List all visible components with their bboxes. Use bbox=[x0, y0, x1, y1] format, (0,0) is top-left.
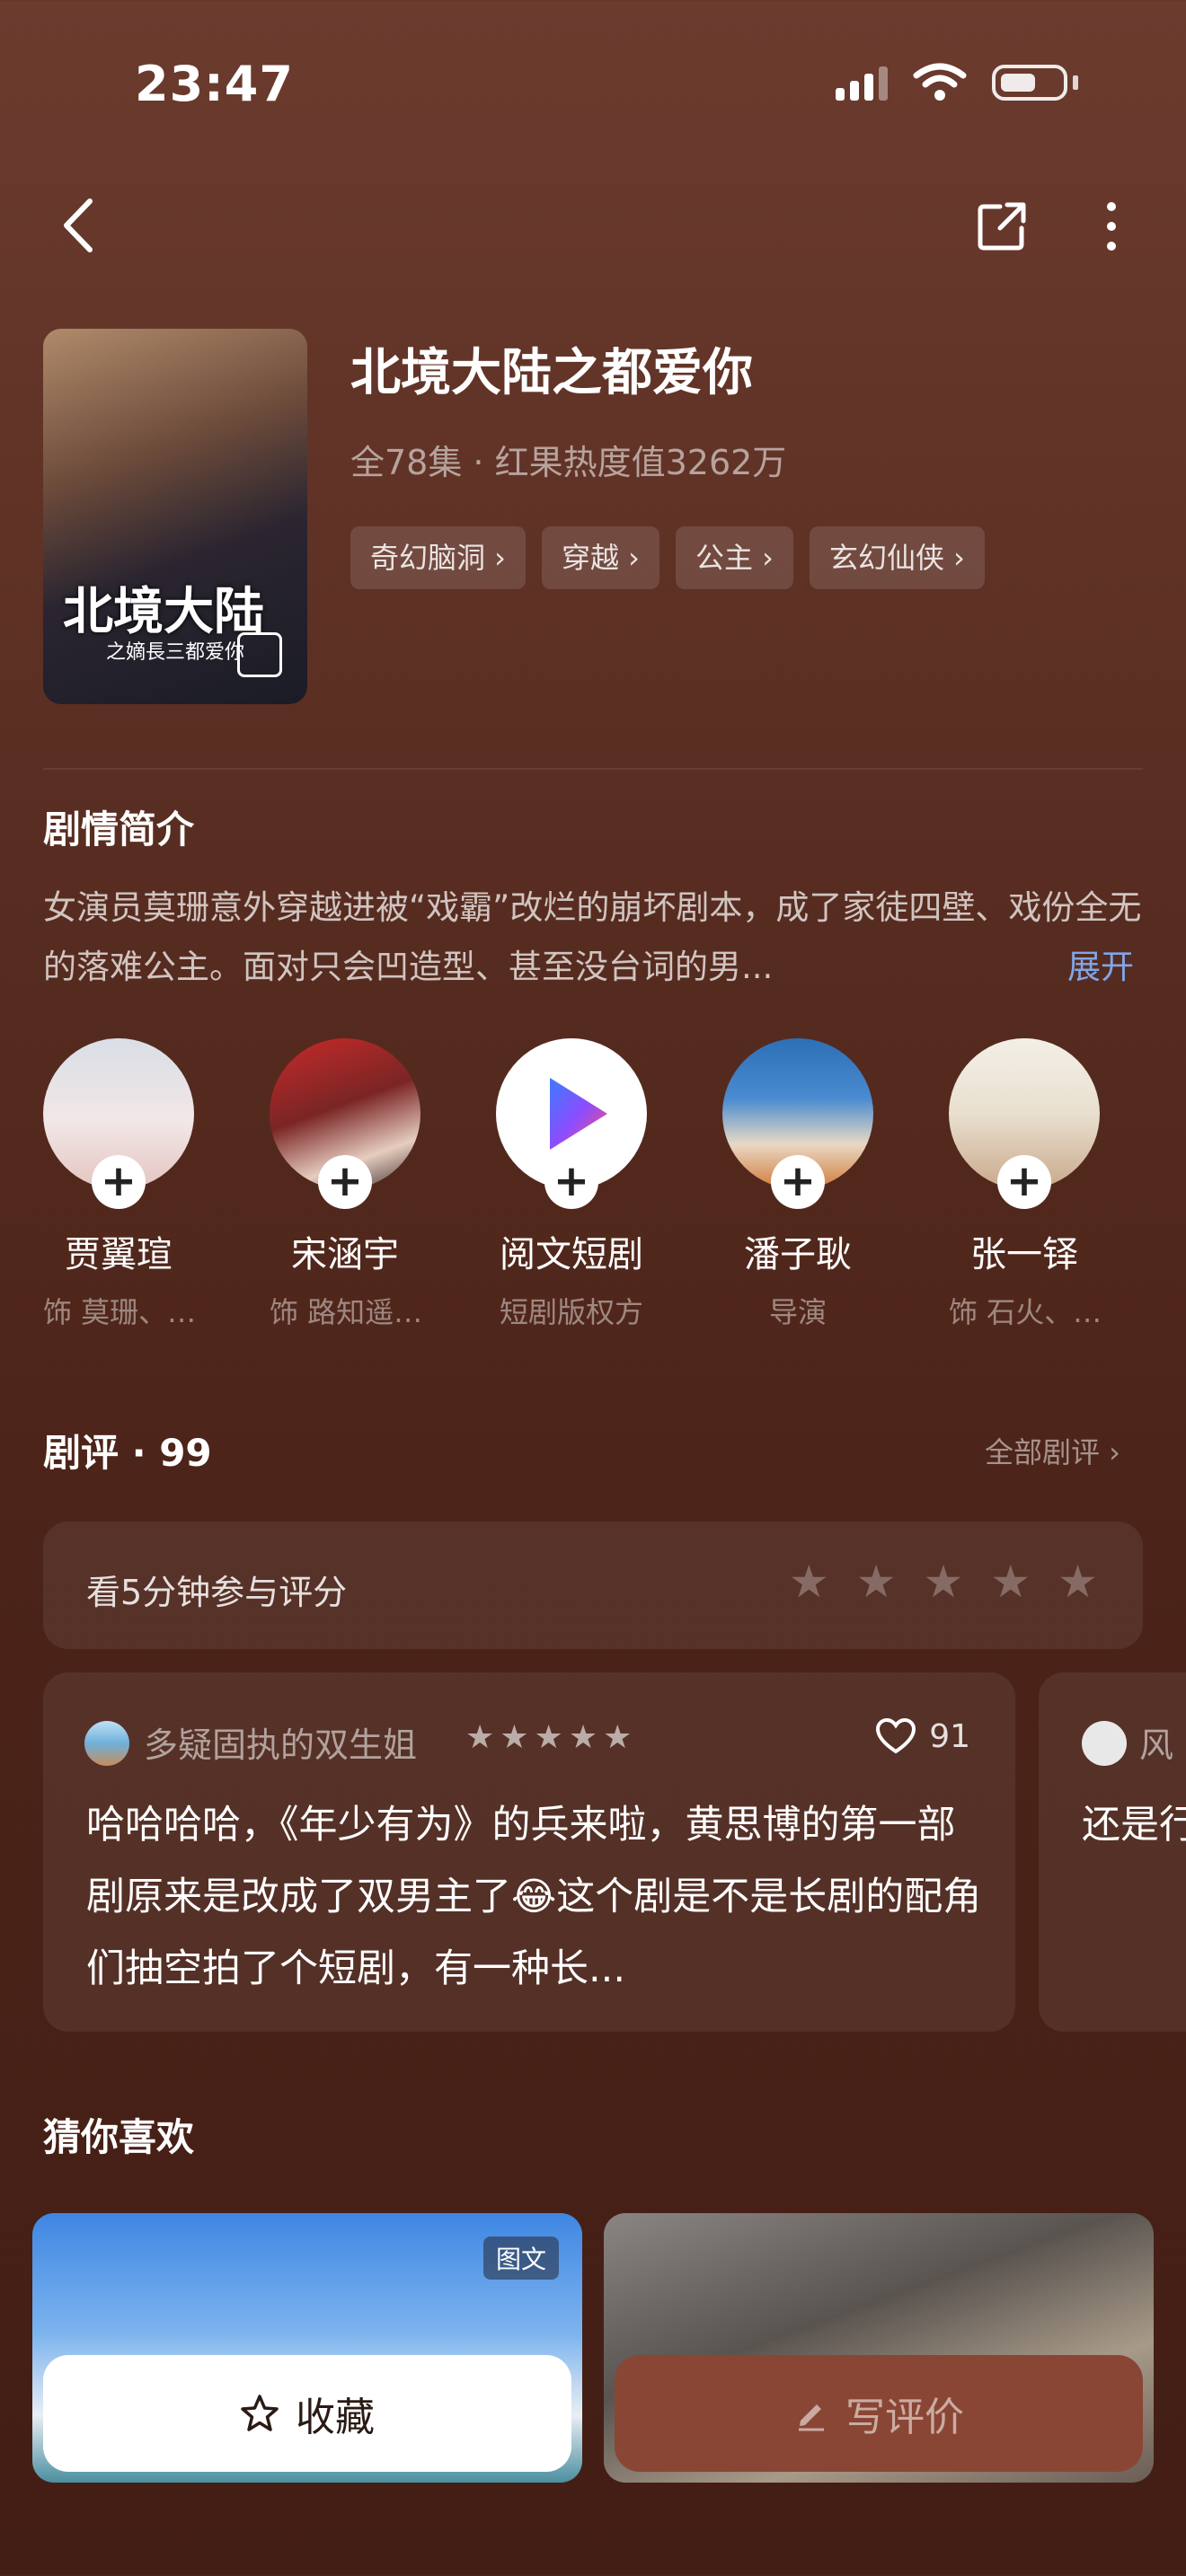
cast-name: 贾翼瑄 bbox=[65, 1234, 173, 1275]
status-time: 23:47 bbox=[135, 56, 294, 112]
post-type-badge: 图文 bbox=[482, 2236, 559, 2280]
recommend-heading: 猜你喜欢 bbox=[43, 2115, 195, 2159]
image-badge-icon bbox=[237, 632, 282, 677]
cast-name: 阅文短剧 bbox=[500, 1234, 643, 1275]
battery-icon bbox=[992, 65, 1067, 101]
synopsis-heading: 剧情简介 bbox=[43, 807, 195, 851]
follow-plus-icon[interactable]: + bbox=[318, 1155, 372, 1209]
cast-name: 宋涵宇 bbox=[291, 1234, 399, 1275]
cast-list: + 贾翼瑄 饰 莫珊、… + 宋涵宇 饰 路知遥… + 阅文短剧 短剧版权方 +… bbox=[43, 1038, 1102, 1331]
avatar bbox=[84, 1721, 129, 1766]
rating-prompt: 看5分钟参与评分 bbox=[86, 1573, 348, 1612]
rating-box[interactable]: 看5分钟参与评分 ★ ★ ★ ★ ★ bbox=[43, 1522, 1143, 1649]
star-icon[interactable]: ★ bbox=[924, 1556, 964, 1608]
review-card[interactable]: 多疑固执的双生姐 ★★★★★ 91 哈哈哈哈，《年少有为》的兵来啦，黄思博的第一… bbox=[43, 1672, 1015, 2032]
cast-item[interactable]: + 潘子耿 导演 bbox=[722, 1038, 873, 1331]
wifi-icon bbox=[913, 63, 967, 101]
drama-meta: 全78集 · 红果热度值3262万 bbox=[350, 443, 787, 482]
cast-item[interactable]: + 宋涵宇 饰 路知遥… bbox=[270, 1038, 423, 1331]
like-button[interactable]: 91 bbox=[875, 1717, 970, 1755]
follow-plus-icon[interactable]: + bbox=[92, 1155, 146, 1209]
status-icons bbox=[836, 63, 1078, 102]
follow-plus-icon[interactable]: + bbox=[771, 1155, 825, 1209]
cellular-signal-icon bbox=[836, 65, 888, 101]
favorite-label: 收藏 bbox=[296, 2395, 375, 2440]
follow-plus-icon[interactable]: + bbox=[544, 1155, 598, 1209]
drama-poster[interactable]: 北境大陆 之嫡長三都爱你 bbox=[43, 329, 307, 704]
star-icon[interactable]: ★ bbox=[990, 1556, 1031, 1608]
like-count: 91 bbox=[929, 1717, 970, 1755]
tag-chip[interactable]: 公主 › bbox=[675, 526, 793, 589]
review-text: 还是行也是扌😏 bbox=[1082, 1803, 1186, 1848]
divider bbox=[43, 768, 1143, 770]
more-button[interactable] bbox=[1098, 199, 1125, 253]
cast-item[interactable]: + 阅文短剧 短剧版权方 bbox=[496, 1038, 647, 1331]
review-stars: ★★★★★ bbox=[465, 1719, 638, 1756]
back-button[interactable] bbox=[56, 196, 101, 255]
write-review-button[interactable]: 写评价 bbox=[615, 2355, 1143, 2472]
pencil-icon bbox=[799, 2404, 824, 2431]
rating-stars[interactable]: ★ ★ ★ ★ ★ bbox=[789, 1556, 1098, 1608]
cast-role: 导演 bbox=[768, 1295, 827, 1329]
drama-title: 北境大陆之都爱你 bbox=[350, 344, 753, 402]
star-icon[interactable]: ★ bbox=[1058, 1556, 1098, 1608]
all-reviews-link[interactable]: 全部剧评 › bbox=[985, 1430, 1120, 1471]
favorite-button[interactable]: 收藏 bbox=[43, 2355, 571, 2472]
heart-icon bbox=[876, 1717, 916, 1754]
share-button[interactable] bbox=[975, 199, 1029, 253]
tag-chip[interactable]: 玄幻仙侠 › bbox=[809, 526, 985, 589]
write-review-label: 写评价 bbox=[845, 2395, 964, 2440]
synopsis-text: 女演员莫珊意外穿越进被“戏霸”改烂的崩坏剧本，成了家徒四壁、戏份全无的落难公主。… bbox=[43, 888, 1142, 986]
star-outline-icon bbox=[241, 2395, 279, 2431]
tag-chip[interactable]: 奇幻脑洞 › bbox=[350, 526, 526, 589]
tag-chip[interactable]: 穿越 › bbox=[541, 526, 659, 589]
expand-link[interactable]: 展开 bbox=[1067, 940, 1134, 988]
star-icon[interactable]: ★ bbox=[856, 1556, 897, 1608]
star-icon[interactable]: ★ bbox=[789, 1556, 829, 1608]
follow-plus-icon[interactable]: + bbox=[997, 1155, 1051, 1209]
cast-role: 饰 石火、… bbox=[949, 1295, 1102, 1329]
cast-item[interactable]: + 张一铎 饰 石火、… bbox=[949, 1038, 1102, 1331]
tag-list: 奇幻脑洞 › 穿越 › 公主 › 玄幻仙侠 › bbox=[350, 526, 985, 589]
review-username: 多疑固执的双生姐 bbox=[144, 1725, 418, 1765]
reviews-heading: 剧评 · 99 bbox=[43, 1431, 212, 1475]
review-username: 风 bbox=[1139, 1725, 1174, 1765]
cast-role: 饰 莫珊、… bbox=[43, 1295, 197, 1329]
cast-name: 张一铎 bbox=[970, 1234, 1078, 1275]
cast-role: 饰 路知遥… bbox=[270, 1295, 423, 1329]
cast-name: 潘子耿 bbox=[744, 1234, 852, 1275]
poster-subtitle: 之嫡長三都爱你 bbox=[106, 641, 245, 664]
cast-item[interactable]: + 贾翼瑄 饰 莫珊、… bbox=[43, 1038, 197, 1331]
cast-role: 短剧版权方 bbox=[499, 1295, 643, 1329]
review-card[interactable]: 风 还是行也是扌😏 bbox=[1039, 1672, 1186, 2032]
poster-title: 北境大陆 bbox=[63, 582, 264, 641]
avatar bbox=[1082, 1721, 1127, 1766]
review-text: 哈哈哈哈，《年少有为》的兵来啦，黄思博的第一部剧原来是改成了双男主了😂这个剧是不… bbox=[86, 1803, 982, 1991]
